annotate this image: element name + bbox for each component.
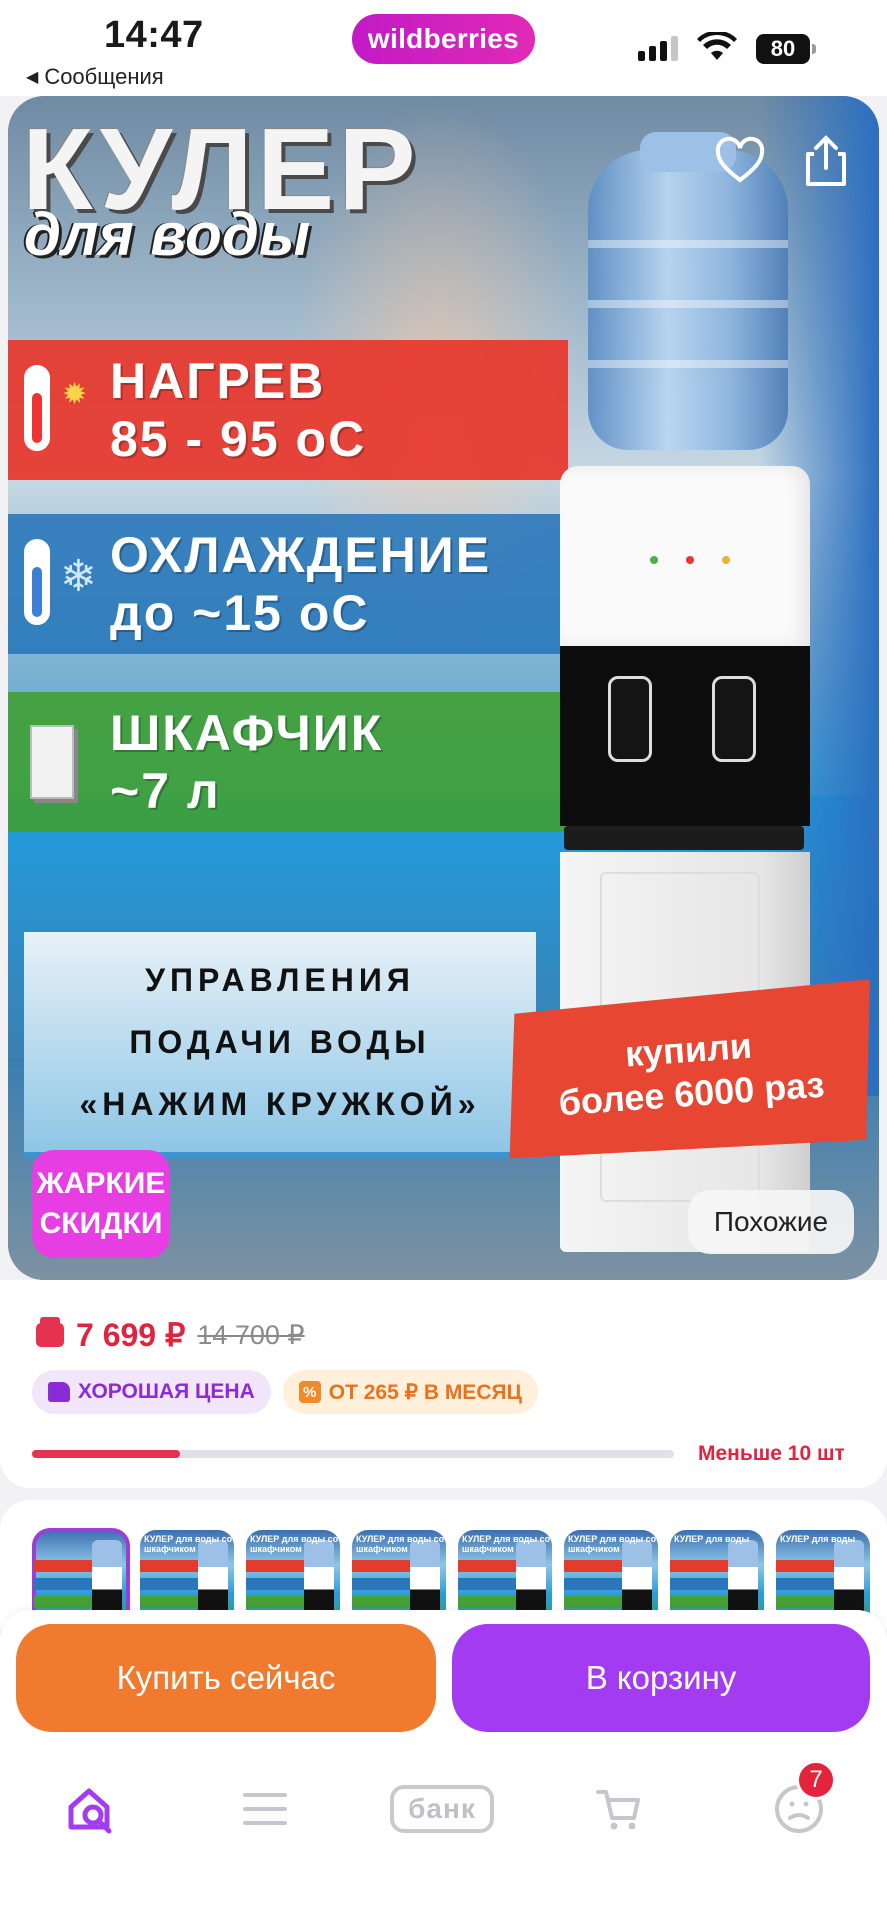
back-arrow-icon: ◀: [26, 69, 39, 86]
cellular-signal-icon: [638, 36, 678, 61]
wallet-icon: [36, 1317, 64, 1347]
cart-icon: [596, 1790, 640, 1830]
back-app-label: Сообщения: [44, 64, 164, 89]
cold-tap: [712, 676, 756, 762]
indicator-lights: [650, 556, 730, 564]
tab-bank[interactable]: банк: [390, 1774, 494, 1844]
profile-notification-badge: 7: [796, 1760, 836, 1800]
action-bar: Купить сейчас В корзину: [0, 1610, 887, 1760]
tab-catalog[interactable]: [230, 1774, 300, 1844]
hot-badge-line-1: ЖАРКИЕ: [36, 1167, 166, 1200]
thumbnail-caption: КУЛЕР для воды: [674, 1534, 750, 1544]
wifi-icon: [697, 32, 737, 60]
stock-progress-bar: [32, 1450, 674, 1458]
snowflake-icon: ❄: [18, 529, 98, 639]
status-time: 14:47: [104, 14, 204, 56]
feature-cabinet-title: ШКАФЧИК: [110, 705, 384, 761]
cabinet-icon: [18, 707, 98, 817]
back-to-app-link[interactable]: ◀ Сообщения: [26, 64, 164, 90]
thumbs-up-icon: [48, 1382, 70, 1402]
feature-heating: ✹ НАГРЕВ 85 - 95 оС: [8, 340, 568, 480]
good-price-label: ХОРОШАЯ ЦЕНА: [78, 1380, 255, 1403]
feature-cooling-value: до ~15 оС: [110, 585, 370, 641]
feature-cooling: ❄ ОХЛАЖДЕНИЕ до ~15 оС: [8, 514, 568, 654]
thumbnail-caption: КУЛЕР для воды со шкафчиком: [356, 1534, 445, 1554]
price-card: 7 699 ₽ 14 700 ₽ ХОРОШАЯ ЦЕНА % ОТ 265 ₽…: [0, 1280, 887, 1488]
percent-icon: %: [298, 1381, 321, 1403]
thumbnail-caption: КУЛЕР для воды: [780, 1534, 856, 1544]
image-subtitle: для воды: [24, 201, 311, 268]
feature-cabinet: ШКАФЧИК ~7 л: [8, 692, 568, 832]
stock-text: Меньше 10 шт: [698, 1442, 845, 1465]
good-price-chip[interactable]: ХОРОШАЯ ЦЕНА: [32, 1370, 271, 1414]
old-price: 14 700 ₽: [197, 1319, 305, 1350]
drip-tray: [564, 826, 804, 850]
feature-cooling-title: ОХЛАЖДЕНИЕ: [110, 527, 492, 583]
installment-label: ОТ 265 ₽ В МЕСЯЦ: [328, 1380, 522, 1404]
control-line-2: ПОДАЧИ ВОДЫ: [129, 1024, 431, 1060]
hot-tap: [608, 676, 652, 762]
battery-icon: 80: [756, 34, 816, 64]
bank-icon: банк: [390, 1785, 494, 1833]
home-search-icon: [68, 1788, 112, 1834]
price-row: 7 699 ₽ 14 700 ₽: [36, 1316, 305, 1354]
thumbnail-caption: КУЛЕР для воды со шкафчиком: [250, 1534, 339, 1554]
control-line-1: УПРАВЛЕНИЯ: [145, 962, 415, 998]
heart-icon[interactable]: [714, 136, 766, 188]
price-chips: ХОРОШАЯ ЦЕНА % ОТ 265 ₽ В МЕСЯЦ: [32, 1370, 538, 1414]
feature-heating-title: НАГРЕВ: [110, 353, 326, 409]
thumbnail-caption: КУЛЕР для воды со шкафчиком: [568, 1534, 657, 1554]
tab-bar: банк: [0, 1760, 887, 1920]
ribbon-line-2: более 6000 раз: [557, 1063, 826, 1124]
menu-icon: [243, 1793, 287, 1825]
brand-pill[interactable]: wildberries: [352, 14, 535, 64]
thumbnail-caption: КУЛЕР для воды со шкафчиком: [462, 1534, 551, 1554]
feature-cabinet-value: ~7 л: [110, 763, 221, 819]
share-icon[interactable]: [800, 134, 852, 190]
status-bar: 14:47 ◀ Сообщения wildberries 80: [0, 0, 887, 96]
control-info-panel: УПРАВЛЕНИЯ ПОДАЧИ ВОДЫ «НАЖИМ КРУЖКОЙ»: [24, 932, 536, 1158]
hot-discount-badge: ЖАРКИЕ СКИДКИ: [32, 1150, 170, 1258]
similar-button[interactable]: Похожие: [688, 1190, 854, 1254]
hot-badge-line-2: СКИДКИ: [39, 1207, 163, 1240]
thumbnail-caption: КУЛЕР для воды со шкафчиком: [144, 1534, 233, 1554]
feature-heating-value: 85 - 95 оС: [110, 411, 367, 467]
product-image[interactable]: КУЛЕР для воды ✹ НАГРЕВ 85 - 95 оС ❄ ОХЛ…: [8, 96, 879, 1280]
buy-now-button[interactable]: Купить сейчас: [16, 1624, 436, 1732]
thermometer-hot-icon: ✹: [18, 355, 98, 465]
current-price: 7 699 ₽: [76, 1317, 186, 1353]
add-to-cart-button[interactable]: В корзину: [452, 1624, 870, 1732]
installment-chip[interactable]: % ОТ 265 ₽ В МЕСЯЦ: [282, 1370, 538, 1414]
tab-home[interactable]: [56, 1774, 126, 1844]
stock-progress-fill: [32, 1450, 180, 1458]
control-line-3: «НАЖИМ КРУЖКОЙ»: [79, 1086, 481, 1122]
tab-cart[interactable]: [584, 1774, 654, 1844]
water-bottle: [588, 150, 788, 450]
